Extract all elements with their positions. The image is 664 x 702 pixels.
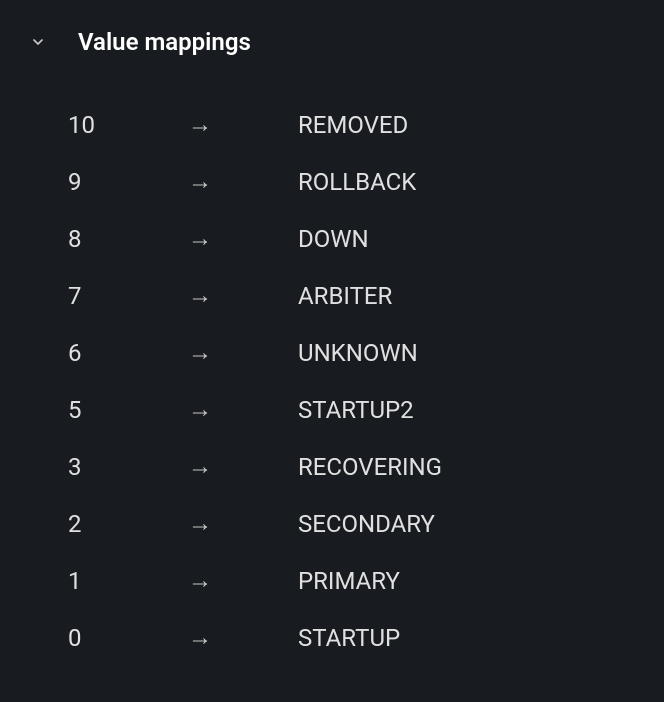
- arrow-icon: →: [188, 623, 298, 652]
- mapping-value: ROLLBACK: [298, 168, 416, 196]
- mappings-list: 10 → REMOVED 9 → ROLLBACK 8 → DOWN 7 → A…: [0, 76, 664, 666]
- mapping-row: 10 → REMOVED: [68, 96, 664, 153]
- mapping-value: REMOVED: [298, 111, 408, 139]
- mapping-row: 6 → UNKNOWN: [68, 324, 664, 381]
- arrow-icon: →: [188, 281, 298, 310]
- mapping-value: UNKNOWN: [298, 339, 418, 367]
- arrow-icon: →: [188, 509, 298, 538]
- chevron-down-icon: [28, 32, 48, 52]
- mapping-value: STARTUP2: [298, 396, 414, 424]
- mapping-key: 10: [68, 111, 188, 139]
- mapping-value: DOWN: [298, 225, 369, 253]
- mapping-value: SECONDARY: [298, 510, 435, 538]
- arrow-icon: →: [188, 566, 298, 595]
- mapping-key: 7: [68, 282, 188, 310]
- arrow-icon: →: [188, 224, 298, 253]
- section-header[interactable]: Value mappings: [0, 8, 664, 76]
- mapping-key: 3: [68, 453, 188, 481]
- mapping-value: ARBITER: [298, 282, 392, 310]
- arrow-icon: →: [188, 395, 298, 424]
- mapping-value: PRIMARY: [298, 567, 400, 595]
- section-title: Value mappings: [78, 28, 251, 56]
- mapping-key: 2: [68, 510, 188, 538]
- mapping-row: 7 → ARBITER: [68, 267, 664, 324]
- mapping-key: 6: [68, 339, 188, 367]
- arrow-icon: →: [188, 338, 298, 367]
- mapping-key: 1: [68, 567, 188, 595]
- mapping-value: STARTUP: [298, 624, 400, 652]
- mapping-row: 8 → DOWN: [68, 210, 664, 267]
- arrow-icon: →: [188, 452, 298, 481]
- mapping-row: 1 → PRIMARY: [68, 552, 664, 609]
- mapping-key: 5: [68, 396, 188, 424]
- mapping-value: RECOVERING: [298, 453, 442, 481]
- mapping-row: 5 → STARTUP2: [68, 381, 664, 438]
- mapping-row: 0 → STARTUP: [68, 609, 664, 666]
- mapping-key: 9: [68, 168, 188, 196]
- mapping-key: 0: [68, 624, 188, 652]
- mapping-key: 8: [68, 225, 188, 253]
- mapping-row: 2 → SECONDARY: [68, 495, 664, 552]
- arrow-icon: →: [188, 110, 298, 139]
- mapping-row: 3 → RECOVERING: [68, 438, 664, 495]
- mapping-row: 9 → ROLLBACK: [68, 153, 664, 210]
- arrow-icon: →: [188, 167, 298, 196]
